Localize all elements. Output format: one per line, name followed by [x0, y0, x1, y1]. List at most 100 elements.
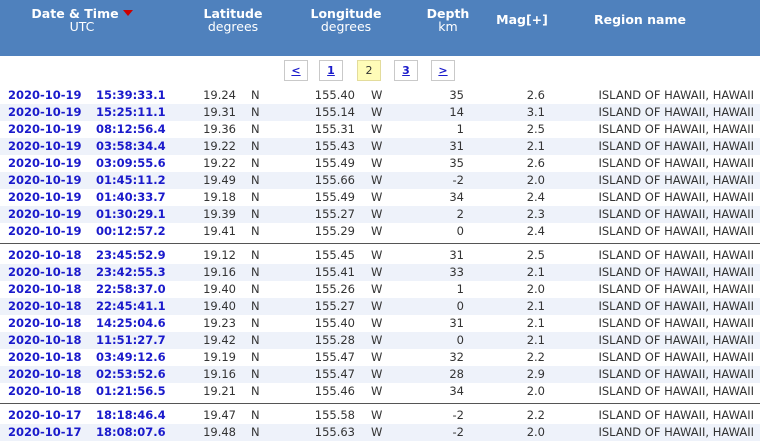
longitude-value: 155.31 [314, 122, 355, 136]
event-date-link[interactable]: 2020-10-19 [8, 190, 82, 205]
longitude-direction: W [371, 408, 383, 422]
event-date-link[interactable]: 2020-10-19 [8, 156, 82, 171]
column-header-mag[interactable]: Mag[+] [489, 13, 555, 26]
longitude-direction: W [371, 190, 383, 204]
latitude-direction: N [251, 367, 260, 381]
table-row: 2020-10-18 03:49:12.6 19.19 N 155.47 W 32 2.2 IS… [0, 349, 760, 366]
event-date-link[interactable]: 2020-10-19 [8, 122, 82, 137]
event-time-link[interactable]: 22:58:37.0 [96, 282, 166, 297]
magnitude-value: 2.2 [526, 408, 545, 422]
event-time-link[interactable]: 00:12:57.2 [96, 224, 166, 239]
latitude-direction: N [251, 299, 260, 313]
event-time-link[interactable]: 01:40:33.7 [96, 190, 166, 205]
event-date-link[interactable]: 2020-10-18 [8, 333, 82, 348]
event-time-link[interactable]: 23:45:52.9 [96, 248, 166, 263]
prev-page-button[interactable]: < [284, 60, 308, 81]
event-date-link[interactable]: 2020-10-19 [8, 88, 82, 103]
latitude-value: 19.40 [203, 282, 236, 296]
magnitude-value: 2.0 [526, 425, 545, 439]
latitude-value: 19.16 [203, 265, 236, 279]
longitude-value: 155.63 [314, 425, 355, 439]
longitude-direction: W [371, 248, 383, 262]
latitude-value: 19.23 [203, 316, 236, 330]
event-date-link[interactable]: 2020-10-19 [8, 173, 82, 188]
event-time-link[interactable]: 23:42:55.3 [96, 265, 166, 280]
event-date-link[interactable]: 2020-10-18 [8, 282, 82, 297]
day-separator [0, 240, 760, 247]
column-header-longitude[interactable]: Longitude degrees [306, 7, 386, 33]
column-header-latitude[interactable]: Latitude degrees [193, 7, 273, 33]
next-page-button[interactable]: > [431, 60, 455, 81]
event-time-link[interactable]: 02:53:52.6 [96, 367, 166, 382]
event-time-link[interactable]: 01:21:56.5 [96, 384, 166, 399]
day-separator [0, 400, 760, 407]
region-name: ISLAND OF HAWAII, HAWAII [598, 282, 754, 296]
event-date-link[interactable]: 2020-10-18 [8, 316, 82, 331]
latitude-value: 19.22 [203, 156, 236, 170]
latitude-value: 19.24 [203, 88, 236, 102]
latitude-direction: N [251, 156, 260, 170]
latitude-direction: N [251, 224, 260, 238]
event-date-link[interactable]: 2020-10-18 [8, 367, 82, 382]
event-time-link[interactable]: 03:09:55.6 [96, 156, 166, 171]
event-time-link[interactable]: 14:25:04.6 [96, 316, 166, 331]
latitude-value: 19.39 [203, 207, 236, 221]
region-name: ISLAND OF HAWAII, HAWAII [598, 425, 754, 439]
table-row: 2020-10-19 15:25:11.1 19.31 N 155.14 W 14 3.1 IS… [0, 104, 760, 121]
table-row: 2020-10-18 01:21:56.5 19.21 N 155.46 W 34 2.0 IS… [0, 383, 760, 400]
event-time-link[interactable]: 22:45:41.1 [96, 299, 166, 314]
event-date-link[interactable]: 2020-10-18 [8, 299, 82, 314]
depth-value: -2 [452, 425, 464, 439]
table-row: 2020-10-18 02:53:52.6 19.16 N 155.47 W 28 2.9 IS… [0, 366, 760, 383]
table-row: 2020-10-19 01:30:29.1 19.39 N 155.27 W 2 2.3 ISL… [0, 206, 760, 223]
event-time-link[interactable]: 03:49:12.6 [96, 350, 166, 365]
event-date-link[interactable]: 2020-10-19 [8, 207, 82, 222]
event-time-link[interactable]: 18:18:46.4 [96, 408, 166, 423]
event-date-link[interactable]: 2020-10-19 [8, 105, 82, 120]
event-date-link[interactable]: 2020-10-18 [8, 265, 82, 280]
event-date-link[interactable]: 2020-10-18 [8, 384, 82, 399]
region-name: ISLAND OF HAWAII, HAWAII [598, 316, 754, 330]
latitude-value: 19.16 [203, 367, 236, 381]
table-row: 2020-10-18 23:45:52.9 19.12 N 155.45 W 31 2.5 IS… [0, 247, 760, 264]
event-time-link[interactable]: 15:25:11.1 [96, 105, 166, 120]
event-date-link[interactable]: 2020-10-18 [8, 350, 82, 365]
depth-value: 14 [449, 105, 464, 119]
event-date-link[interactable]: 2020-10-17 [8, 425, 82, 440]
region-name: ISLAND OF HAWAII, HAWAII [598, 333, 754, 347]
column-header-depth[interactable]: Depth km [418, 7, 478, 33]
event-date-link[interactable]: 2020-10-19 [8, 139, 82, 154]
column-header-datetime[interactable]: Date & Time UTC [22, 7, 142, 33]
earthquake-table: 2020-10-19 15:39:33.1 19.24 N 155.40 W 35 2.6 IS… [0, 87, 760, 441]
latitude-direction: N [251, 207, 260, 221]
event-time-link[interactable]: 01:45:11.2 [96, 173, 166, 188]
event-date-link[interactable]: 2020-10-18 [8, 248, 82, 263]
event-date-link[interactable]: 2020-10-19 [8, 224, 82, 239]
latitude-direction: N [251, 350, 260, 364]
column-header-region[interactable]: Region name [580, 13, 700, 26]
pagination: < 1 2 3 > [0, 56, 760, 87]
event-time-link[interactable]: 01:30:29.1 [96, 207, 166, 222]
event-time-link[interactable]: 08:12:56.4 [96, 122, 166, 137]
magnitude-value: 2.9 [526, 367, 545, 381]
region-name: ISLAND OF HAWAII, HAWAII [598, 367, 754, 381]
event-date-link[interactable]: 2020-10-17 [8, 408, 82, 423]
longitude-value: 155.47 [314, 367, 355, 381]
event-time-link[interactable]: 03:58:34.4 [96, 139, 166, 154]
longitude-direction: W [371, 156, 383, 170]
latitude-value: 19.36 [203, 122, 236, 136]
sort-desc-icon[interactable] [122, 10, 133, 16]
event-time-link[interactable]: 11:51:27.7 [96, 333, 166, 348]
table-row: 2020-10-18 23:42:55.3 19.16 N 155.41 W 33 2.1 IS… [0, 264, 760, 281]
page-2-button[interactable]: 2 [357, 60, 381, 81]
page-1-button[interactable]: 1 [319, 60, 343, 81]
latitude-direction: N [251, 384, 260, 398]
event-time-link[interactable]: 15:39:33.1 [96, 88, 166, 103]
latitude-value: 19.40 [203, 299, 236, 313]
page-3-button[interactable]: 3 [394, 60, 418, 81]
depth-value: 1 [456, 122, 464, 136]
magnitude-value: 2.6 [526, 156, 545, 170]
magnitude-value: 2.1 [526, 265, 545, 279]
event-time-link[interactable]: 18:08:07.6 [96, 425, 166, 440]
datetime-sub: UTC [69, 19, 95, 34]
